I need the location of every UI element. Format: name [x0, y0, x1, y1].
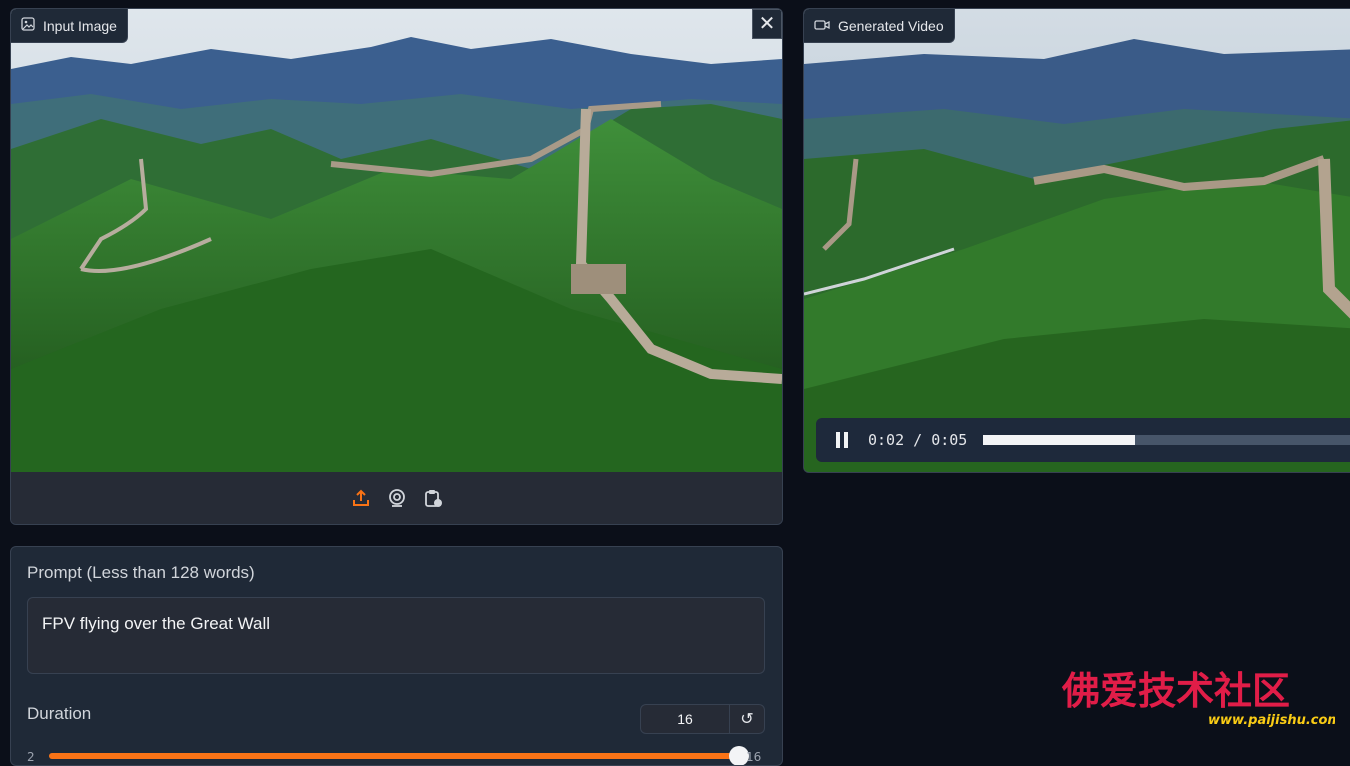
- watermark-title: 佛爱技术社区: [1061, 669, 1290, 713]
- duration-slider-fill: [49, 753, 739, 759]
- watermark-url: www.paijishu.com: [1208, 713, 1335, 728]
- generated-video-label-text: Generated Video: [838, 17, 944, 34]
- settings-panel: Prompt (Less than 128 words) FPV flying …: [10, 546, 783, 766]
- video-frame[interactable]: [804, 9, 1350, 472]
- generated-video-label: Generated Video: [804, 9, 955, 43]
- duration-slider-max: 16: [746, 750, 762, 764]
- clipboard-icon[interactable]: [422, 487, 444, 509]
- duration-slider[interactable]: [49, 746, 749, 765]
- clear-image-button[interactable]: ✕: [752, 9, 782, 39]
- upload-icon[interactable]: [350, 487, 372, 509]
- video-progress-bar[interactable]: [983, 435, 1350, 445]
- input-image-panel: Input Image ✕: [10, 8, 783, 525]
- prompt-label: Prompt (Less than 128 words): [27, 563, 255, 582]
- image-icon: [21, 17, 35, 34]
- duration-slider-min: 2: [27, 750, 35, 764]
- video-controls: 0:02 / 0:05: [816, 418, 1350, 462]
- pause-button[interactable]: [834, 429, 856, 451]
- video-time: 0:02 / 0:05: [868, 431, 967, 449]
- duration-number-input[interactable]: [640, 704, 730, 734]
- prompt-input[interactable]: FPV flying over the Great Wall: [27, 597, 765, 674]
- image-source-bar: [11, 472, 782, 524]
- watermark-logo: 佛爱技术社区 www.paijishu.com: [1061, 669, 1335, 728]
- video-icon: [814, 18, 830, 34]
- pause-icon: [836, 432, 848, 448]
- input-image-preview[interactable]: [11, 9, 782, 472]
- time-separator: /: [913, 431, 923, 449]
- video-progress-fill: [983, 435, 1136, 445]
- input-image-label-text: Input Image: [43, 17, 117, 34]
- duration-reset-button[interactable]: ↺: [730, 704, 765, 734]
- input-image-label: Input Image: [11, 9, 128, 43]
- time-current: 0:02: [868, 431, 905, 449]
- generated-video-panel: Generated Video 0:02 / 0:05: [803, 8, 1350, 473]
- time-total: 0:05: [931, 431, 968, 449]
- webcam-icon[interactable]: [386, 487, 408, 509]
- duration-label: Duration: [27, 704, 92, 723]
